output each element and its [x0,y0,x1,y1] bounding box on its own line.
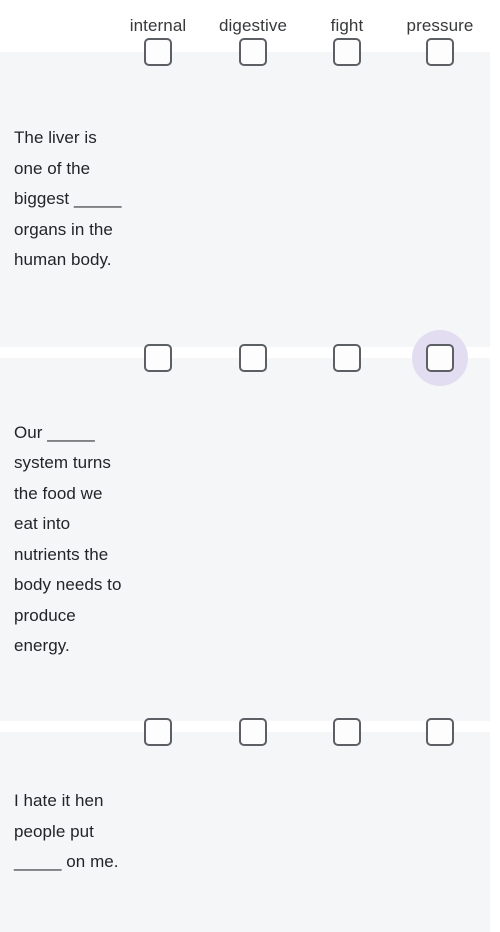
checkbox-icon[interactable] [426,718,454,746]
option-cell-fight[interactable] [319,330,375,386]
option-cell-digestive[interactable] [225,704,281,760]
option-cell-digestive[interactable] [225,24,281,80]
grid-row: Our _____ system turns the food we eat i… [0,330,490,721]
checkbox-icon[interactable] [239,344,267,372]
option-cell-internal[interactable] [130,330,186,386]
option-cell-pressure-focused[interactable] [412,330,468,386]
checkbox-icon[interactable] [144,38,172,66]
checkbox-icon[interactable] [144,718,172,746]
option-cell-fight[interactable] [319,24,375,80]
checkbox-icon[interactable] [333,38,361,66]
checkbox-icon[interactable] [239,38,267,66]
checkbox-icon[interactable] [333,344,361,372]
option-cell-pressure[interactable] [412,24,468,80]
checkbox-icon[interactable] [144,344,172,372]
multiple-choice-grid: internal digestive fight pressure The li… [0,0,500,932]
grid-row: The liver is one of the biggest _____ or… [0,38,490,347]
option-cell-internal[interactable] [130,24,186,80]
question-text: The liver is one of the biggest _____ or… [14,128,122,270]
question-text: I hate it hen people put _____ on me. [14,791,119,872]
option-cell-internal[interactable] [130,704,186,760]
checkbox-icon[interactable] [426,344,454,372]
checkbox-icon[interactable] [239,718,267,746]
checkbox-icon[interactable] [426,38,454,66]
question-text: Our _____ system turns the food we eat i… [14,422,122,656]
checkbox-icon[interactable] [333,718,361,746]
option-cell-digestive[interactable] [225,330,281,386]
option-cell-pressure[interactable] [412,704,468,760]
grid-rows: The liver is one of the biggest _____ or… [0,38,500,932]
grid-row: I hate it hen people put _____ on me. [0,718,490,932]
option-cell-fight[interactable] [319,704,375,760]
